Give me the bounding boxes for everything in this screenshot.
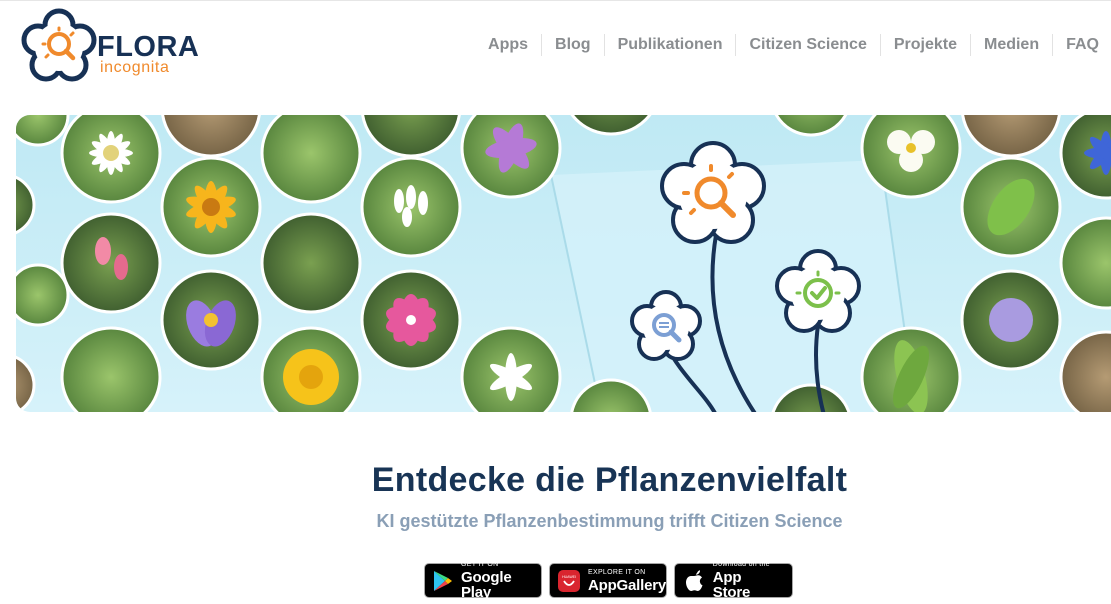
logo[interactable]: FLORA incognita: [18, 6, 199, 88]
huawei-icon: HUAWEI: [558, 569, 580, 592]
apple-icon: [683, 569, 705, 592]
google-play-icon: [433, 570, 453, 592]
app-gallery-label: AppGallery: [588, 576, 667, 594]
app-store-label: App Store: [712, 569, 751, 601]
svg-text:HUAWEI: HUAWEI: [562, 575, 576, 579]
search-flower-icon: [660, 141, 766, 244]
hero-illustration: [16, 115, 1111, 412]
hero-headline: Entdecke die Pflanzenvielfalt: [371, 461, 848, 499]
google-play-button[interactable]: GET IT ON Google Play: [424, 561, 542, 601]
nav-item-blog[interactable]: Blog: [542, 34, 605, 56]
app-store-small-label: Download on the: [712, 561, 770, 568]
app-store-button[interactable]: Download on the App Store: [674, 561, 793, 601]
nav-item-citizen-science[interactable]: Citizen Science: [736, 34, 881, 56]
flower-logo-icon: [21, 8, 97, 82]
nav-item-projekte[interactable]: Projekte: [881, 34, 971, 56]
nav-item-apps[interactable]: Apps: [475, 34, 543, 56]
hero-banner: [16, 115, 1111, 412]
logo-wordmark: FLORA: [97, 31, 200, 63]
app-gallery-button[interactable]: HUAWEI EXPLORE IT ON AppGallery: [549, 563, 667, 598]
nav-item-publikationen[interactable]: Publikationen: [605, 34, 737, 56]
google-play-label: Google Play: [461, 569, 512, 601]
hero-subline: KI gestützte Pflanzenbestimmung trifft C…: [376, 511, 843, 531]
app-gallery-small-label: EXPLORE IT ON: [588, 568, 646, 576]
top-border: [0, 0, 1111, 1]
nav-item-faq[interactable]: FAQ: [1053, 34, 1103, 56]
google-play-small-label: GET IT ON: [461, 561, 499, 568]
nav-item-medien[interactable]: Medien: [971, 34, 1054, 56]
store-badges: GET IT ON Google Play HUAWEI EXPLORE IT …: [424, 561, 793, 601]
main-navigation: Apps Blog Publikationen Citizen Science …: [475, 34, 1103, 56]
logo-tagline: incognita: [100, 59, 170, 76]
